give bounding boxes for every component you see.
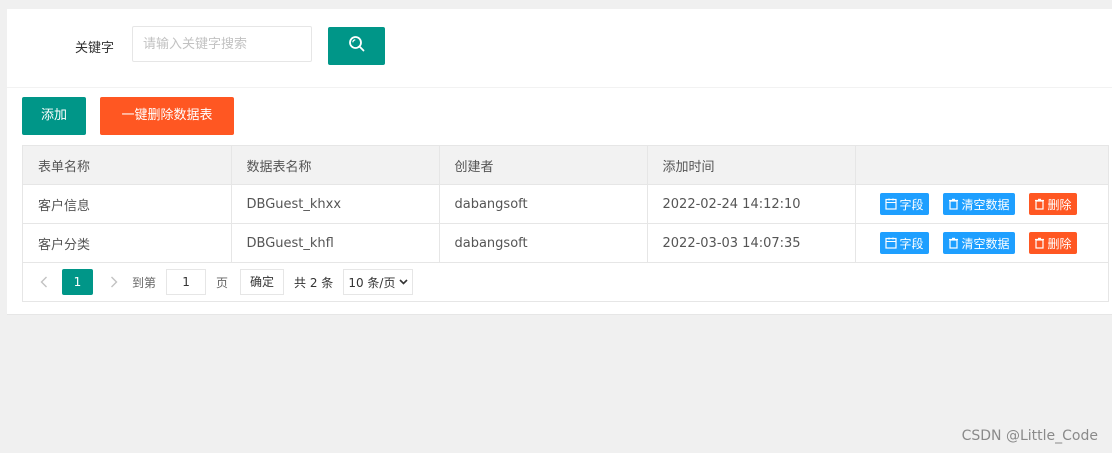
page-size-select[interactable]: 10 条/页 <box>343 269 414 295</box>
table-header-row: 表单名称 数据表名称 创建者 添加时间 <box>23 146 1108 185</box>
chevron-down-icon <box>399 279 409 285</box>
trash-icon <box>1034 237 1044 249</box>
main-panel: 关键字 添加 一键删除数据表 表单名称 数据表名称 <box>7 9 1112 315</box>
keyword-input[interactable] <box>132 26 312 62</box>
table-icon <box>884 198 897 210</box>
cell-form-name: 客户信息 <box>23 184 232 224</box>
fields-button[interactable]: 字段 <box>879 232 929 254</box>
column-header-added-time: 添加时间 <box>647 146 856 185</box>
delete-button[interactable]: 删除 <box>1028 193 1077 215</box>
cell-form-name: 客户分类 <box>23 223 232 263</box>
goto-label: 到第 <box>132 275 157 290</box>
cell-table-name: DBGuest_khxx <box>231 184 440 224</box>
search-button[interactable] <box>328 27 385 65</box>
data-table: 表单名称 数据表名称 创建者 添加时间 客户信息 DBGuest_khxx da… <box>22 145 1109 302</box>
cell-actions: 字段 清空数据 删除 <box>855 223 1108 263</box>
cell-added-time: 2022-03-03 14:07:35 <box>647 223 856 263</box>
cell-added-time: 2022-02-24 14:12:10 <box>647 184 856 224</box>
trash-icon <box>948 198 958 210</box>
clear-data-button[interactable]: 清空数据 <box>942 232 1015 254</box>
next-page-icon[interactable] <box>101 269 127 295</box>
goto-page-input[interactable] <box>166 269 207 295</box>
trash-icon <box>1034 198 1044 210</box>
delete-all-tables-button[interactable]: 一键删除数据表 <box>100 97 234 135</box>
trash-icon <box>948 237 958 249</box>
pagination: 1 到第 页 确定 共 2 条 10 条/页 <box>23 262 1108 302</box>
keyword-label: 关键字 <box>75 41 115 56</box>
total-count: 共 2 条 <box>294 275 334 290</box>
cell-creator: dabangsoft <box>439 184 648 224</box>
clear-data-button[interactable]: 清空数据 <box>942 193 1015 215</box>
column-header-table-name: 数据表名称 <box>231 146 440 185</box>
table-icon <box>884 237 897 249</box>
cell-actions: 字段 清空数据 删除 <box>855 184 1108 224</box>
page-unit-label: 页 <box>216 275 229 290</box>
add-button[interactable]: 添加 <box>22 97 86 135</box>
delete-button[interactable]: 删除 <box>1028 232 1077 254</box>
prev-page-icon[interactable] <box>31 269 57 295</box>
column-header-creator: 创建者 <box>439 146 648 185</box>
column-header-form-name: 表单名称 <box>23 146 232 185</box>
column-header-actions <box>855 146 1108 185</box>
cell-table-name: DBGuest_khfl <box>231 223 440 263</box>
search-icon <box>348 35 366 57</box>
table-row: 客户分类 DBGuest_khfl dabangsoft 2022-03-03 … <box>23 223 1108 263</box>
search-bar: 关键字 <box>7 9 1112 88</box>
current-page[interactable]: 1 <box>62 269 93 295</box>
fields-button[interactable]: 字段 <box>879 193 929 215</box>
confirm-page-button[interactable]: 确定 <box>240 269 285 295</box>
cell-creator: dabangsoft <box>439 223 648 263</box>
table-row: 客户信息 DBGuest_khxx dabangsoft 2022-02-24 … <box>23 184 1108 224</box>
watermark: CSDN @Little_Code <box>961 428 1098 444</box>
